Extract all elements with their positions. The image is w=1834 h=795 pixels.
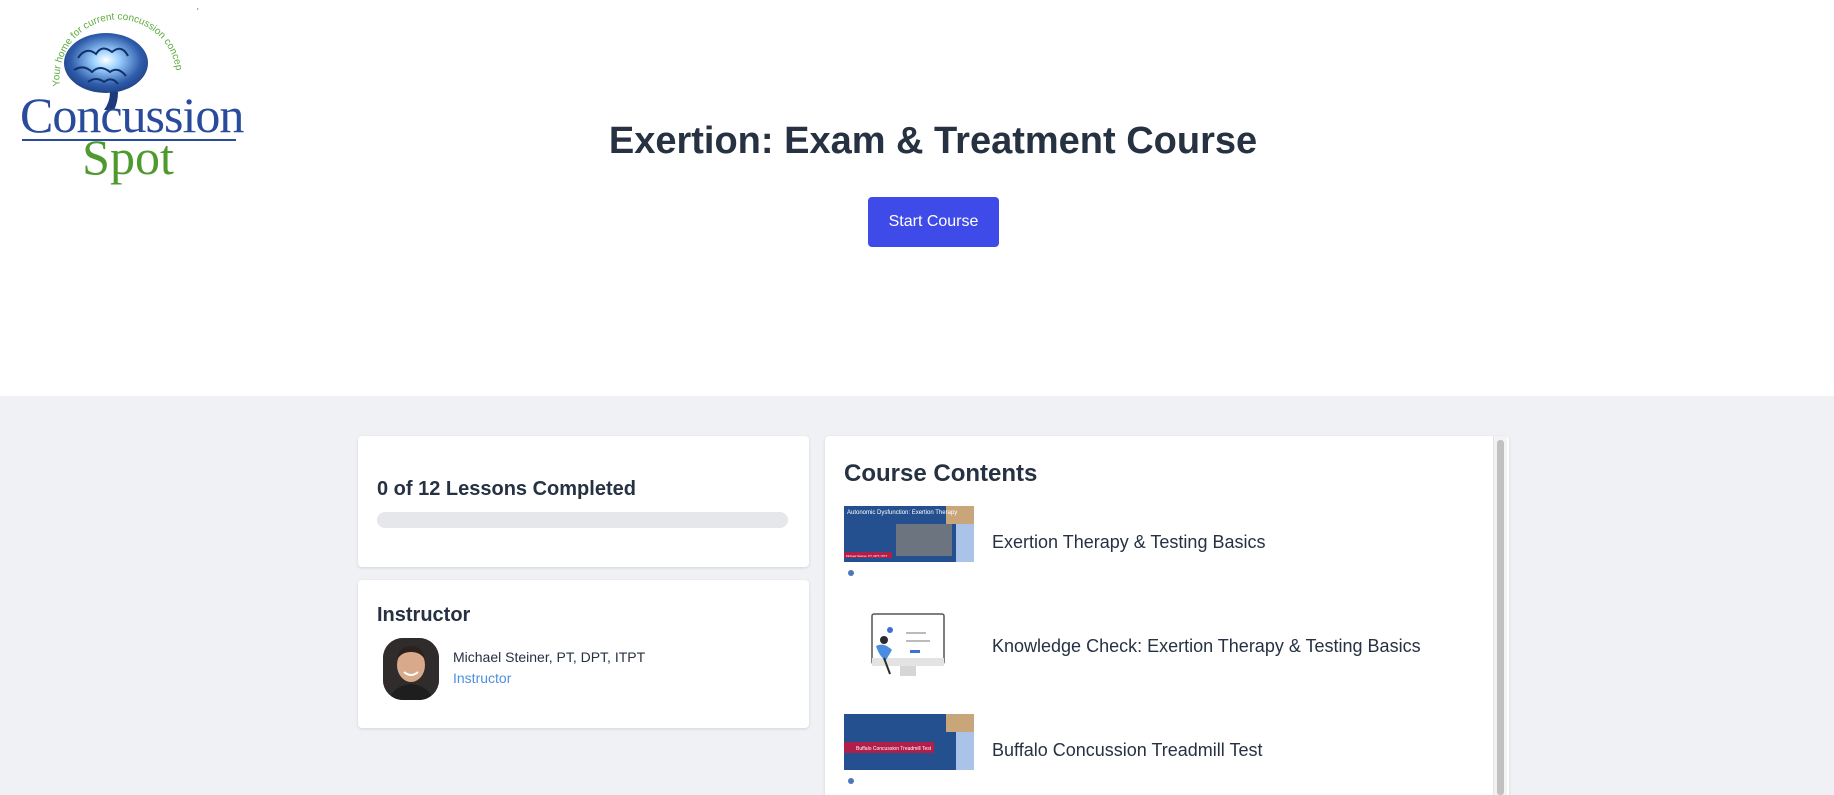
lesson-item[interactable]: Knowledge Check: Exertion Therapy & Test… bbox=[844, 610, 1484, 690]
logo-tagline-text: Your home for current concussion concept… bbox=[18, 8, 210, 11]
course-contents-heading: Course Contents bbox=[844, 460, 1038, 487]
course-contents-card: Course Contents Autonomic Dysfunction: E… bbox=[825, 436, 1509, 795]
lesson-thumbnail: Buffalo Concussion Treadmill Test bbox=[844, 714, 974, 784]
thumbnail-slide-title: Autonomic Dysfunction: Exertion Therapy bbox=[847, 510, 957, 516]
thumbnail-slide-caption: Michael Steiner, PT, DPT, ITPT bbox=[846, 554, 887, 558]
instructor-card: Instructor Michael Steiner, PT, DPT, ITP… bbox=[358, 580, 809, 728]
lesson-item[interactable]: Autonomic Dysfunction: Exertion Therapy … bbox=[844, 506, 1484, 586]
lesson-thumbnail: Autonomic Dysfunction: Exertion Therapy … bbox=[844, 506, 974, 576]
course-details-section: 0 of 12 Lessons Completed Instructor Mic… bbox=[0, 396, 1834, 795]
course-hero: Your home for current concussion concept… bbox=[0, 0, 1834, 396]
instructor-name: Michael Steiner, PT, DPT, ITPT bbox=[453, 649, 646, 665]
quiz-thumbnail-icon bbox=[871, 613, 945, 676]
thumbnail-slide-title: Buffalo Concussion Treadmill Test bbox=[856, 746, 932, 752]
instructor-role: Instructor bbox=[453, 670, 512, 686]
lesson-item[interactable]: Buffalo Concussion Treadmill Test Buffal… bbox=[844, 714, 1484, 794]
contents-scrollbar-thumb[interactable] bbox=[1497, 440, 1504, 795]
progress-card: 0 of 12 Lessons Completed bbox=[358, 436, 809, 567]
instructor-avatar bbox=[383, 638, 439, 700]
course-title: Exertion: Exam & Treatment Course bbox=[608, 120, 1258, 162]
lesson-title: Exertion Therapy & Testing Basics bbox=[992, 532, 1266, 552]
start-course-button[interactable]: Start Course bbox=[868, 197, 999, 247]
instructor-heading: Instructor bbox=[377, 604, 471, 626]
lesson-title: Knowledge Check: Exertion Therapy & Test… bbox=[992, 636, 1421, 656]
lessons-completed-label: 0 of 12 Lessons Completed bbox=[377, 478, 636, 500]
contents-scrollbar[interactable] bbox=[1493, 436, 1507, 795]
progress-bar bbox=[377, 512, 788, 528]
lesson-title: Buffalo Concussion Treadmill Test bbox=[992, 740, 1263, 760]
person-photo-icon bbox=[383, 638, 439, 700]
